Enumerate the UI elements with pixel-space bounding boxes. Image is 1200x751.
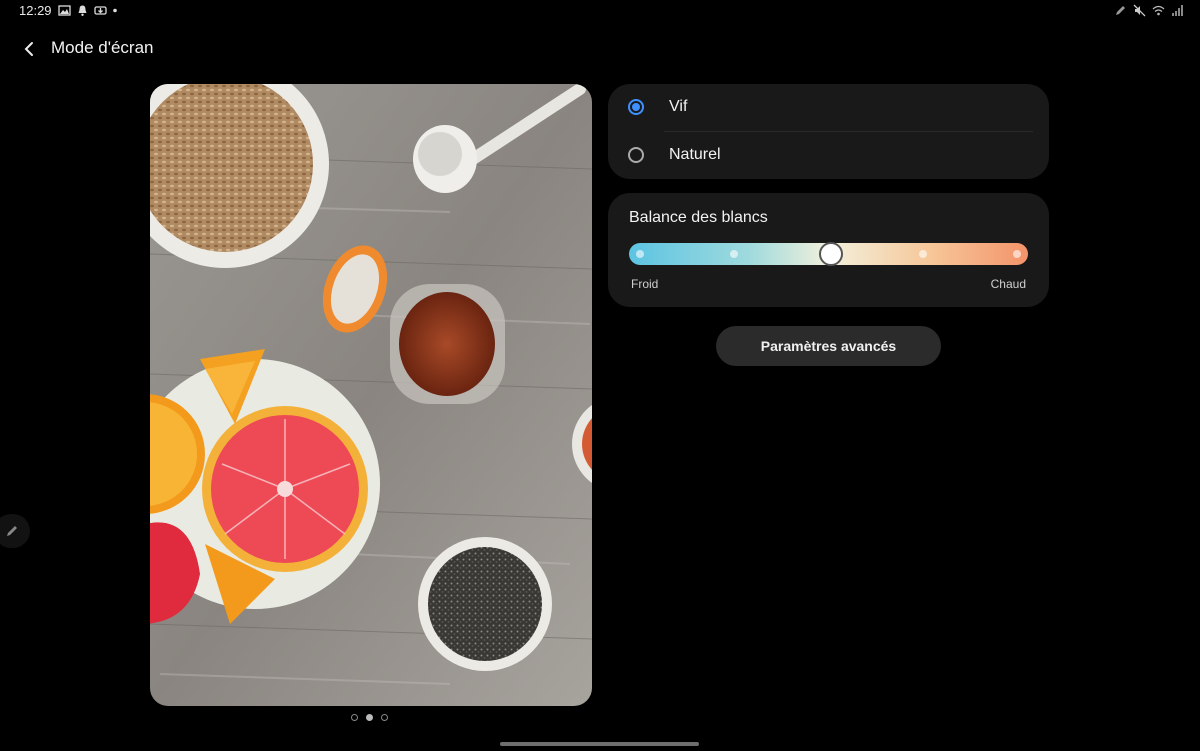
home-indicator bbox=[500, 742, 699, 746]
pager-dot[interactable] bbox=[351, 714, 358, 721]
signal-icon bbox=[1172, 5, 1183, 16]
chevron-left-icon bbox=[24, 42, 33, 56]
mode-option-vif[interactable]: Vif bbox=[608, 84, 1049, 131]
white-balance-slider-thumb[interactable] bbox=[818, 242, 843, 266]
white-balance-step-marker[interactable] bbox=[636, 250, 644, 258]
white-balance-slider[interactable] bbox=[629, 242, 1028, 266]
pencil-icon bbox=[7, 526, 17, 536]
white-balance-step-marker[interactable] bbox=[730, 250, 739, 258]
white-balance-card: Balance des blancs Froid Chaud bbox=[608, 193, 1049, 307]
mode-option-naturel[interactable]: Naturel bbox=[608, 132, 1049, 179]
mute-icon bbox=[1133, 4, 1146, 17]
pen-icon bbox=[1116, 6, 1125, 15]
white-balance-step-marker[interactable] bbox=[918, 250, 927, 258]
download-icon bbox=[94, 6, 107, 15]
radio-naturel[interactable] bbox=[628, 147, 644, 163]
screen-mode-card: Vif Naturel bbox=[608, 84, 1049, 179]
page-title: Mode d'écran bbox=[51, 38, 154, 57]
image-icon bbox=[58, 5, 71, 16]
status-icons-right bbox=[1114, 4, 1184, 17]
preview-pager bbox=[351, 714, 388, 721]
preview-image bbox=[150, 84, 592, 706]
edge-panel-handle[interactable] bbox=[0, 514, 30, 548]
status-time: 12:29 bbox=[19, 3, 52, 18]
advanced-settings-button[interactable]: Paramètres avancés bbox=[716, 326, 941, 366]
mode-label-naturel: Naturel bbox=[669, 146, 721, 163]
mode-label-vif: Vif bbox=[669, 98, 688, 115]
radio-vif[interactable] bbox=[628, 99, 644, 115]
white-balance-min-label: Froid bbox=[631, 277, 659, 291]
wifi-icon bbox=[1152, 5, 1165, 16]
app-bar: Mode d'écran bbox=[0, 30, 600, 66]
white-balance-title: Balance des blancs bbox=[629, 209, 768, 226]
more-dot-icon bbox=[113, 8, 117, 13]
white-balance-step-marker[interactable] bbox=[1013, 250, 1021, 258]
pager-dot-active[interactable] bbox=[366, 714, 373, 721]
back-button[interactable] bbox=[14, 34, 44, 64]
food-photo-illustration bbox=[150, 84, 592, 706]
white-balance-max-label: Chaud bbox=[990, 277, 1026, 291]
status-bar: 12:29 bbox=[0, 0, 1200, 22]
notification-bell-icon bbox=[78, 5, 87, 16]
pager-dot[interactable] bbox=[381, 714, 388, 721]
status-icons-left bbox=[58, 4, 118, 17]
